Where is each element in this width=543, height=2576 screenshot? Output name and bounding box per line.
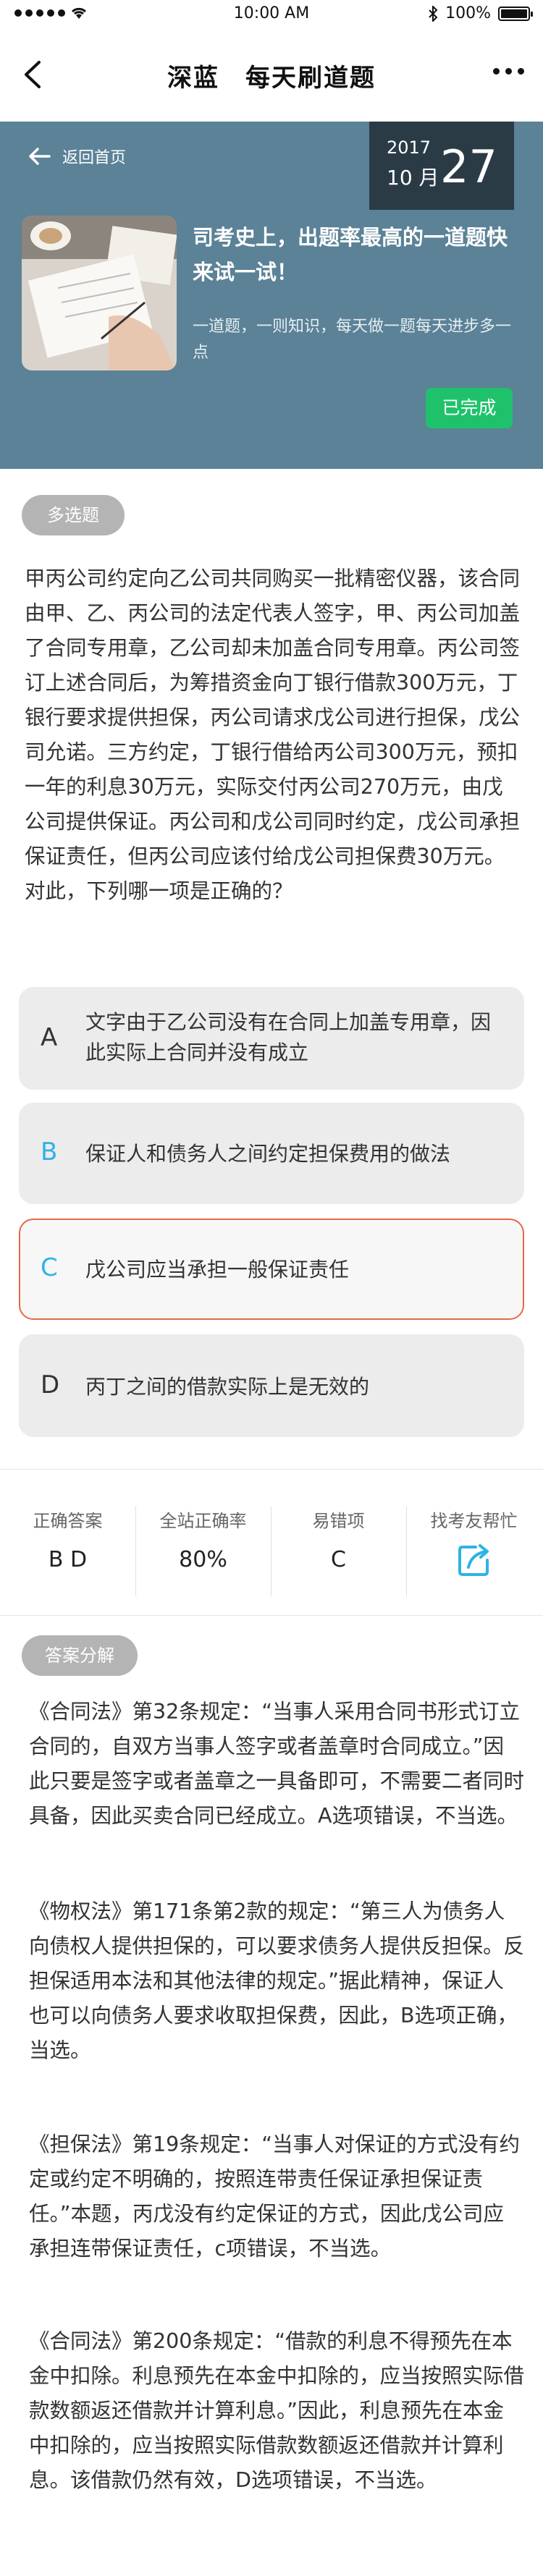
- analysis-paragraph: 《合同法》第200条规定：“借款的利息不得预先在本金中扣除。利息预先在本金中扣除…: [29, 2329, 525, 2492]
- date-day: 27: [440, 140, 497, 193]
- stat-common-mistake: 易错项 C: [271, 1485, 406, 1615]
- option-text: 戊公司应当承担一般保证责任: [85, 1258, 350, 1281]
- question-subtitle: 一道题，一则知识，每天做一题每天进步多一点: [193, 318, 512, 362]
- daily-question-header: 返回首页 2017 10 月 27 司考史上，出题率最高的一道题快来试一试！ 一…: [0, 122, 543, 469]
- analysis-paragraph: 《担保法》第19条规定：“当事人对保证的方式没有约定或约定不明确的，按照连带责任…: [29, 2132, 521, 2261]
- stat-value: B D: [48, 1547, 88, 1572]
- option-letter: A: [41, 1023, 58, 1052]
- share-icon: [458, 1544, 489, 1576]
- question-text: 甲丙公司约定向乙公司共同购买一批精密仪器，该合同由甲、乙、丙公司的法定代表人签字…: [25, 567, 521, 903]
- battery-percent: 100%: [445, 4, 491, 22]
- bluetooth-icon: [429, 5, 438, 22]
- option-a[interactable]: A 文字由于乙公司没有在合同上加盖专用章，因此实际上合同并没有成立: [19, 987, 524, 1090]
- analysis-tag: 答案分解: [22, 1635, 138, 1676]
- back-home-link[interactable]: 返回首页: [28, 145, 126, 168]
- stat-label: 易错项: [312, 1511, 365, 1531]
- stat-correct-answer: 正确答案 B D: [0, 1485, 135, 1615]
- status-bar: 10:00 AM 100%: [0, 0, 543, 29]
- option-letter: B: [41, 1137, 58, 1166]
- option-text: 保证人和债务人之间约定担保费用的做法: [85, 1142, 451, 1166]
- stat-label: 找考友帮忙: [430, 1511, 518, 1531]
- option-letter: D: [41, 1370, 60, 1399]
- analysis-paragraph: 《合同法》第32条规定：“当事人采用合同书形式订立合同的，自双方当事人签字或者盖…: [29, 1700, 525, 1828]
- page-title: 深蓝 每天刷道题: [167, 64, 376, 93]
- ask-friends-button[interactable]: 找考友帮忙: [406, 1485, 542, 1615]
- stat-label: 正确答案: [33, 1511, 103, 1531]
- divider: [0, 1469, 543, 1470]
- stat-value: 80%: [179, 1547, 227, 1572]
- date-card: 2017 10 月 27: [369, 122, 514, 210]
- option-d[interactable]: D 丙丁之间的借款实际上是无效的: [19, 1334, 524, 1437]
- date-month: 10 月: [387, 166, 439, 190]
- analysis-paragraph: 《物权法》第171条第2款的规定：“第三人为债务人向债权人提供担保的，可以要求债…: [29, 1899, 525, 2062]
- more-icon[interactable]: [493, 68, 524, 75]
- option-text: 文字由于乙公司没有在合同上加盖专用章，因此实际上合同并没有成立: [85, 1010, 492, 1064]
- battery-icon: [498, 6, 533, 21]
- nav-bar: 深蓝 每天刷道题: [0, 29, 543, 122]
- option-letter: C: [41, 1253, 58, 1282]
- back-home-label: 返回首页: [62, 149, 127, 167]
- question-headline: 司考史上，出题率最高的一道题快来试一试！: [193, 225, 508, 284]
- stat-label: 全站正确率: [159, 1511, 247, 1531]
- divider: [0, 1615, 543, 1616]
- stat-accuracy: 全站正确率 80%: [135, 1485, 271, 1615]
- question-type-tag: 多选题: [22, 495, 125, 535]
- option-c[interactable]: C 戊公司应当承担一般保证责任: [19, 1219, 524, 1320]
- stat-value: C: [331, 1547, 346, 1572]
- option-text: 丙丁之间的借款实际上是无效的: [85, 1375, 370, 1399]
- option-b[interactable]: B 保证人和债务人之间约定担保费用的做法: [19, 1103, 524, 1204]
- answer-stats: 正确答案 B D 全站正确率 80% 易错项 C 找考友帮忙: [0, 1485, 543, 1615]
- arrow-left-icon: [29, 148, 51, 165]
- question-thumbnail: [22, 216, 177, 370]
- date-year: 2017: [387, 137, 432, 158]
- status-badge: 已完成: [426, 388, 513, 428]
